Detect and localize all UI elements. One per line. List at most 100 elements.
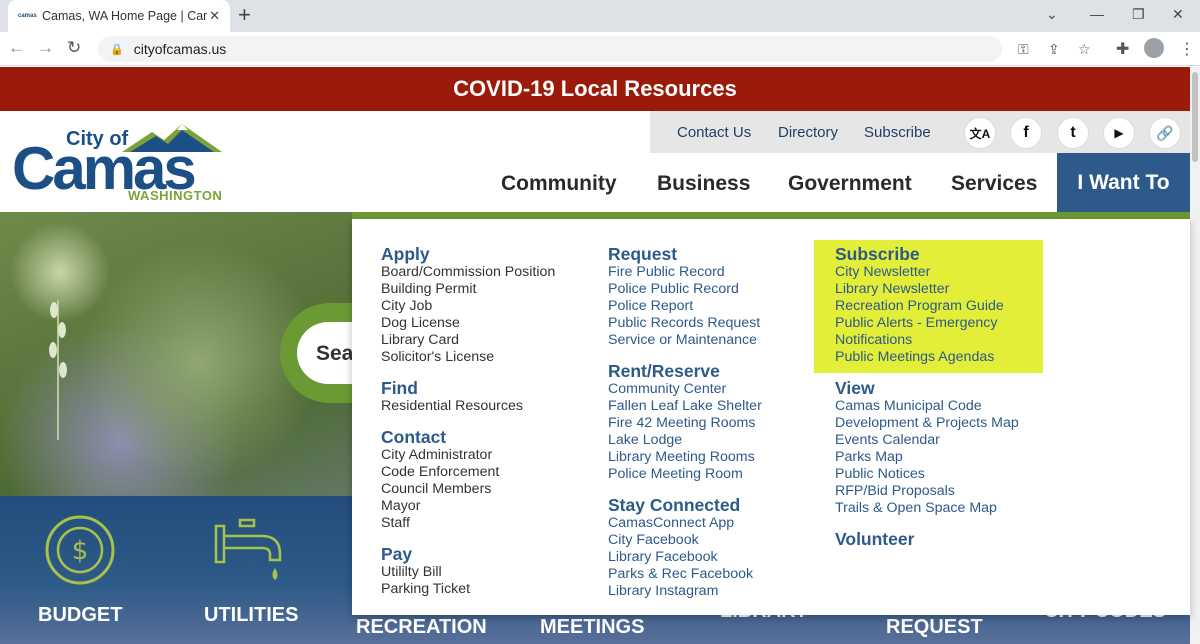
menu-heading-subscribe[interactable]: Subscribe xyxy=(835,244,1019,264)
menu-item-parks-rec-facebook[interactable]: Parks & Rec Facebook xyxy=(608,566,762,583)
minimize-icon[interactable]: — xyxy=(1090,6,1104,22)
faucet-icon[interactable] xyxy=(212,516,290,590)
menu-item-camasconnect-app[interactable]: CamasConnect App xyxy=(608,515,762,532)
menu-item-trails-open-space-map[interactable]: Trails & Open Space Map xyxy=(835,500,1019,517)
extensions-icon[interactable]: ✚ xyxy=(1116,39,1129,59)
forward-icon[interactable]: → xyxy=(37,38,54,58)
menu-item-recreation-program-guide[interactable]: Recreation Program Guide xyxy=(835,298,1019,315)
menu-item-service-or-maintenance[interactable]: Service or Maintenance xyxy=(608,332,762,349)
quick-link-request[interactable]: REQUEST xyxy=(886,616,983,639)
share-icon[interactable]: ⇪ xyxy=(1048,41,1060,58)
nav-services[interactable]: Services xyxy=(951,172,1037,196)
menu-item-library-newsletter[interactable]: Library Newsletter xyxy=(835,281,1019,298)
twitter-icon[interactable]: t xyxy=(1057,117,1089,149)
directory-link[interactable]: Directory xyxy=(778,124,838,141)
menu-item-city-facebook[interactable]: City Facebook xyxy=(608,532,762,549)
maximize-icon[interactable]: ❐ xyxy=(1132,6,1145,23)
favicon-icon: camas xyxy=(18,13,37,19)
menu-item-parks-map[interactable]: Parks Map xyxy=(835,449,1019,466)
menu-item-city-job[interactable]: City Job xyxy=(381,298,555,315)
menu-item-dog-license[interactable]: Dog License xyxy=(381,315,555,332)
menu-item-development-projects-map[interactable]: Development & Projects Map xyxy=(835,415,1019,432)
menu-item-public-meetings-agendas[interactable]: Public Meetings Agendas xyxy=(835,349,1019,366)
subscribe-link[interactable]: Subscribe xyxy=(864,124,931,141)
menu-item-library-card[interactable]: Library Card xyxy=(381,332,555,349)
nav-government[interactable]: Government xyxy=(788,172,912,196)
quick-link-utilities[interactable]: UTILITIES xyxy=(204,604,298,627)
menu-heading-view[interactable]: View xyxy=(835,378,1019,398)
facebook-icon[interactable]: f xyxy=(1010,117,1042,149)
mega-menu-accent xyxy=(352,212,1190,219)
menu-item-public-records-request[interactable]: Public Records Request xyxy=(608,315,762,332)
menu-item-events-calendar[interactable]: Events Calendar xyxy=(835,432,1019,449)
menu-item-police-public-record[interactable]: Police Public Record xyxy=(608,281,762,298)
lock-icon: 🔒 xyxy=(110,43,124,56)
menu-column-1: Apply Board/Commission Position Building P… xyxy=(381,244,555,598)
menu-kebab-icon[interactable]: ⋮ xyxy=(1179,39,1195,59)
new-tab-icon[interactable]: + xyxy=(238,4,251,26)
menu-item-board-commission-position[interactable]: Board/Commission Position xyxy=(381,264,555,281)
menu-heading-pay[interactable]: Pay xyxy=(381,544,555,564)
menu-item-public-notices[interactable]: Public Notices xyxy=(835,466,1019,483)
nav-business[interactable]: Business xyxy=(657,172,750,196)
menu-item-fallen-leaf-lake-shelter[interactable]: Fallen Leaf Lake Shelter xyxy=(608,398,762,415)
menu-item-lake-lodge[interactable]: Lake Lodge xyxy=(608,432,762,449)
nav-i-want-to[interactable]: I Want To xyxy=(1057,153,1190,212)
contact-us-link[interactable]: Contact Us xyxy=(677,124,751,141)
logo-washington: WASHINGTON xyxy=(128,188,223,203)
browser-tab[interactable]: camas Camas, WA Home Page | Camas, ✕ xyxy=(8,0,230,32)
menu-item-public-alerts-emergency[interactable]: Public Alerts - Emergency xyxy=(835,315,1019,332)
menu-item-code-enforcement[interactable]: Code Enforcement xyxy=(381,464,555,481)
menu-heading-stay-connected[interactable]: Stay Connected xyxy=(608,495,762,515)
menu-heading-contact[interactable]: Contact xyxy=(381,427,555,447)
menu-item-mayor[interactable]: Mayor xyxy=(381,498,555,515)
url-field[interactable]: 🔒 cityofcamas.us xyxy=(98,36,1002,62)
menu-item-parking-ticket[interactable]: Parking Ticket xyxy=(381,581,555,598)
menu-item-rfp-bid-proposals[interactable]: RFP/Bid Proposals xyxy=(835,483,1019,500)
budget-icon[interactable]: $ xyxy=(44,514,116,586)
menu-item-council-members[interactable]: Council Members xyxy=(381,481,555,498)
reload-icon[interactable]: ↻ xyxy=(67,38,81,58)
menu-heading-volunteer[interactable]: Volunteer xyxy=(835,529,1019,549)
menu-item-utililty-bill[interactable]: Utililty Bill xyxy=(381,564,555,581)
back-icon[interactable]: ← xyxy=(8,38,25,58)
quick-link-recreation[interactable]: RECREATION xyxy=(356,616,487,639)
grass-flower-decor xyxy=(49,300,67,440)
menu-group-gap xyxy=(608,483,762,495)
menu-heading-find[interactable]: Find xyxy=(381,378,555,398)
menu-item-community-center[interactable]: Community Center xyxy=(608,381,762,398)
tab-search-icon[interactable]: ⌄ xyxy=(1046,6,1058,23)
scrollbar-thumb[interactable] xyxy=(1192,72,1198,162)
menu-item-building-permit[interactable]: Building Permit xyxy=(381,281,555,298)
menu-item-library-instagram[interactable]: Library Instagram xyxy=(608,583,762,600)
quick-link-budget[interactable]: BUDGET xyxy=(38,604,122,627)
key-icon[interactable]: ⚿ xyxy=(1018,41,1029,58)
menu-heading-apply[interactable]: Apply xyxy=(381,244,555,264)
menu-item-library-meeting-rooms[interactable]: Library Meeting Rooms xyxy=(608,449,762,466)
translate-icon[interactable]: 文A xyxy=(964,117,996,149)
menu-item-city-administrator[interactable]: City Administrator xyxy=(381,447,555,464)
youtube-icon[interactable]: ▶ xyxy=(1103,117,1135,149)
menu-item-library-facebook[interactable]: Library Facebook xyxy=(608,549,762,566)
menu-item-city-newsletter[interactable]: City Newsletter xyxy=(835,264,1019,281)
link-icon[interactable]: 🔗 xyxy=(1149,117,1181,149)
city-logo[interactable]: City of Camas WASHINGTON xyxy=(12,118,234,204)
menu-item-solicitor-s-license[interactable]: Solicitor's License xyxy=(381,349,555,366)
menu-item-camas-municipal-code[interactable]: Camas Municipal Code xyxy=(835,398,1019,415)
menu-heading-rent-reserve[interactable]: Rent/Reserve xyxy=(608,361,762,381)
profile-avatar[interactable] xyxy=(1144,38,1164,58)
menu-item-staff[interactable]: Staff xyxy=(381,515,555,532)
bookmark-star-icon[interactable]: ☆ xyxy=(1078,41,1091,58)
menu-item-notifications[interactable]: Notifications xyxy=(835,332,1019,349)
nav-community[interactable]: Community xyxy=(501,172,617,196)
menu-item-fire-42-meeting-rooms[interactable]: Fire 42 Meeting Rooms xyxy=(608,415,762,432)
close-tab-icon[interactable]: ✕ xyxy=(209,8,220,24)
menu-heading-request[interactable]: Request xyxy=(608,244,762,264)
menu-item-police-report[interactable]: Police Report xyxy=(608,298,762,315)
close-window-icon[interactable]: ✕ xyxy=(1172,6,1184,23)
quick-link-meetings[interactable]: MEETINGS xyxy=(540,616,644,639)
menu-item-fire-public-record[interactable]: Fire Public Record xyxy=(608,264,762,281)
menu-item-police-meeting-room[interactable]: Police Meeting Room xyxy=(608,466,762,483)
covid-banner[interactable]: COVID-19 Local Resources xyxy=(0,67,1190,111)
menu-item-residential-resources[interactable]: Residential Resources xyxy=(381,398,555,415)
